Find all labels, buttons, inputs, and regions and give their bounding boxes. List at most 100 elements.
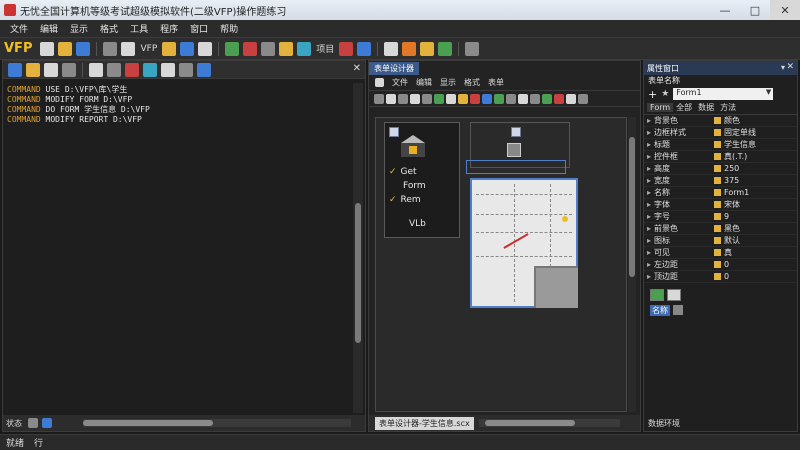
- shape-block[interactable]: [534, 266, 578, 308]
- plus-icon[interactable]: +: [648, 88, 657, 101]
- property-value[interactable]: 250: [724, 164, 739, 173]
- selection-handle[interactable]: [562, 216, 568, 222]
- property-value[interactable]: 默认: [724, 235, 740, 246]
- combobox-icon[interactable]: [458, 93, 468, 104]
- designer-menu-item[interactable]: 格式: [464, 77, 480, 88]
- lock-icon[interactable]: [578, 93, 588, 104]
- arrow-icon[interactable]: [28, 418, 38, 428]
- pointer-icon[interactable]: [374, 93, 384, 104]
- shape-icon[interactable]: [554, 93, 564, 104]
- property-row[interactable]: ▸ 左边距 0: [644, 259, 797, 271]
- expand-icon[interactable]: ▸: [644, 152, 654, 161]
- form-sheet[interactable]: [470, 178, 578, 308]
- property-value[interactable]: 颜色: [724, 115, 740, 126]
- refresh-icon[interactable]: [143, 62, 157, 77]
- control-option[interactable]: Form: [403, 181, 426, 191]
- open-folder-icon[interactable]: [58, 41, 73, 56]
- horizontal-scrollbar[interactable]: [83, 419, 351, 427]
- expand-icon[interactable]: ▸: [644, 176, 654, 185]
- debug-icon[interactable]: [279, 41, 294, 56]
- tab-form[interactable]: Form: [647, 103, 674, 112]
- redo-icon[interactable]: [357, 41, 372, 56]
- property-row[interactable]: ▸ 名称 Form1: [644, 187, 797, 199]
- expand-icon[interactable]: ▸: [644, 116, 654, 125]
- property-row[interactable]: ▸ 边框样式 固定单线: [644, 127, 797, 139]
- command-output[interactable]: COMMAND USE D:\VFP\库\学生 COMMAND MODIFY F…: [7, 85, 347, 125]
- copy-icon[interactable]: [180, 41, 195, 56]
- horizontal-scrollbar[interactable]: [479, 419, 620, 427]
- download-icon[interactable]: [438, 41, 453, 56]
- gear-icon[interactable]: [62, 62, 76, 77]
- property-value[interactable]: 375: [724, 176, 739, 185]
- property-row[interactable]: ▸ 宽度 375: [644, 175, 797, 187]
- cancel-icon[interactable]: [667, 289, 681, 301]
- undo-icon[interactable]: [339, 41, 354, 56]
- property-value[interactable]: Form1: [724, 188, 749, 197]
- scrollbar-thumb[interactable]: [355, 203, 361, 343]
- listbox-icon[interactable]: [470, 93, 480, 104]
- tab-methods[interactable]: 方法: [717, 102, 739, 113]
- close-button[interactable]: ✕: [770, 0, 800, 20]
- command-button-icon[interactable]: [422, 93, 432, 104]
- editbox-icon[interactable]: [410, 93, 420, 104]
- menu-window[interactable]: 窗口: [184, 22, 214, 35]
- status-tab[interactable]: 状态: [6, 418, 22, 429]
- minimize-button[interactable]: —: [710, 0, 740, 20]
- help-icon[interactable]: [465, 41, 480, 56]
- expand-icon[interactable]: ▸: [644, 212, 654, 221]
- control-option[interactable]: ✓ Get: [389, 167, 417, 177]
- expand-icon[interactable]: ▸: [644, 272, 654, 281]
- property-value[interactable]: 0: [724, 272, 729, 281]
- designer-menu-item[interactable]: 编辑: [416, 77, 432, 88]
- designer-menu-item[interactable]: 表单: [488, 77, 504, 88]
- menu-tools[interactable]: 工具: [124, 22, 154, 35]
- grid-icon[interactable]: [494, 93, 504, 104]
- line-icon[interactable]: [542, 93, 552, 104]
- expand-icon[interactable]: ▸: [644, 260, 654, 269]
- open-file-tab[interactable]: 表单设计器-学生信息.scx: [375, 416, 474, 430]
- chevron-down-icon[interactable]: ▼: [766, 88, 771, 96]
- menu-format[interactable]: 格式: [94, 22, 124, 35]
- property-row[interactable]: ▸ 背景色 颜色: [644, 115, 797, 127]
- folder-icon[interactable]: [26, 62, 40, 77]
- designer-menu-item[interactable]: 显示: [440, 77, 456, 88]
- property-value[interactable]: 真: [724, 247, 732, 258]
- vfp-toolbar-label[interactable]: VFP: [140, 44, 157, 54]
- table-icon[interactable]: [44, 62, 58, 77]
- back-icon[interactable]: [125, 62, 139, 77]
- scrollbar-thumb[interactable]: [629, 137, 635, 277]
- expand-icon[interactable]: ▸: [644, 224, 654, 233]
- scrollbar-thumb[interactable]: [485, 420, 575, 426]
- property-value[interactable]: 9: [724, 212, 729, 221]
- form-canvas[interactable]: ✓ Get Form ✓ Rem VLb: [375, 117, 627, 412]
- property-row[interactable]: ▸ 高度 250: [644, 163, 797, 175]
- control-option[interactable]: ✓ Rem: [389, 195, 421, 205]
- property-row[interactable]: ▸ 控件框 真(.T.): [644, 151, 797, 163]
- property-row[interactable]: ▸ 字号 9: [644, 211, 797, 223]
- star-icon[interactable]: ★: [661, 89, 669, 99]
- zoom-icon[interactable]: [107, 62, 121, 77]
- filter-icon[interactable]: [179, 62, 193, 77]
- expand-icon[interactable]: ▸: [644, 128, 654, 137]
- expand-icon[interactable]: ▸: [644, 188, 654, 197]
- stop-icon[interactable]: [243, 41, 258, 56]
- property-row[interactable]: ▸ 顶边距 0: [644, 271, 797, 283]
- list-icon[interactable]: [161, 62, 175, 77]
- window-icon[interactable]: [8, 62, 22, 77]
- tab-all[interactable]: 全部: [673, 102, 695, 113]
- project-toolbar-label[interactable]: 项目: [316, 42, 334, 55]
- color-swatch[interactable]: [673, 305, 683, 315]
- scrollbar-thumb[interactable]: [83, 420, 213, 426]
- window-icon[interactable]: [42, 418, 52, 428]
- grid-icon[interactable]: [89, 62, 103, 77]
- label-icon[interactable]: [386, 93, 396, 104]
- data-environment-label[interactable]: 数据环境: [648, 418, 680, 429]
- separator-icon[interactable]: [566, 93, 576, 104]
- pageframe-icon[interactable]: [530, 93, 540, 104]
- star-icon[interactable]: [384, 41, 399, 56]
- maximize-button[interactable]: □: [740, 0, 770, 20]
- config-icon[interactable]: [197, 62, 211, 77]
- timer-icon[interactable]: [518, 93, 528, 104]
- menu-edit[interactable]: 编辑: [34, 22, 64, 35]
- tab-data[interactable]: 数据: [695, 102, 717, 113]
